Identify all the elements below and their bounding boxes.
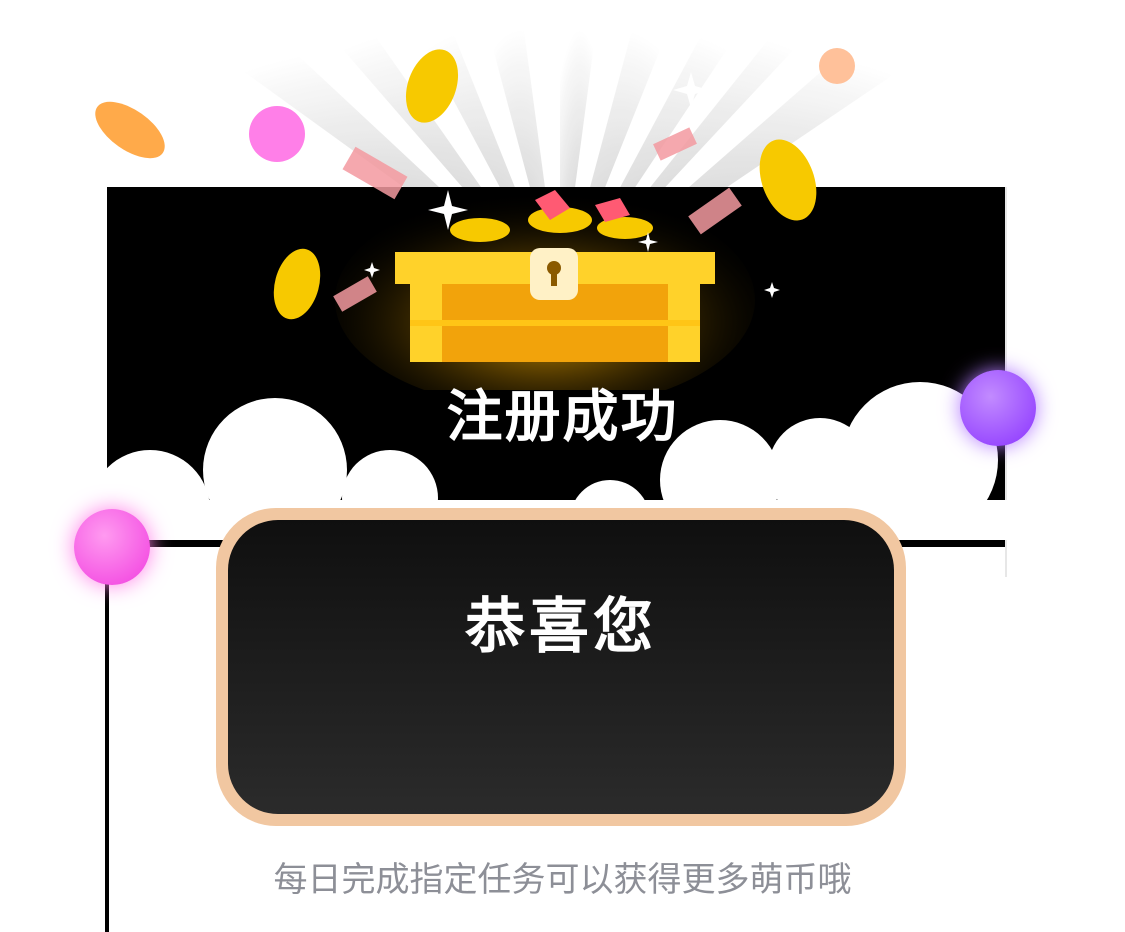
hint-text: 每日完成指定任务可以获得更多萌币哦 bbox=[273, 860, 852, 900]
bubble-icon bbox=[74, 509, 150, 585]
page-title: 注册成功 bbox=[446, 385, 679, 450]
bubble-icon bbox=[249, 48, 855, 162]
congrats-text: 恭喜您 bbox=[465, 592, 657, 662]
decorations bbox=[90, 48, 1010, 540]
gold-coin-icon bbox=[95, 49, 817, 320]
panel-content: 恭喜您 bbox=[228, 520, 894, 814]
bubble-icon bbox=[960, 370, 1036, 446]
congrats-panel: 恭喜您 bbox=[216, 508, 906, 826]
banknote-icon bbox=[333, 127, 742, 312]
